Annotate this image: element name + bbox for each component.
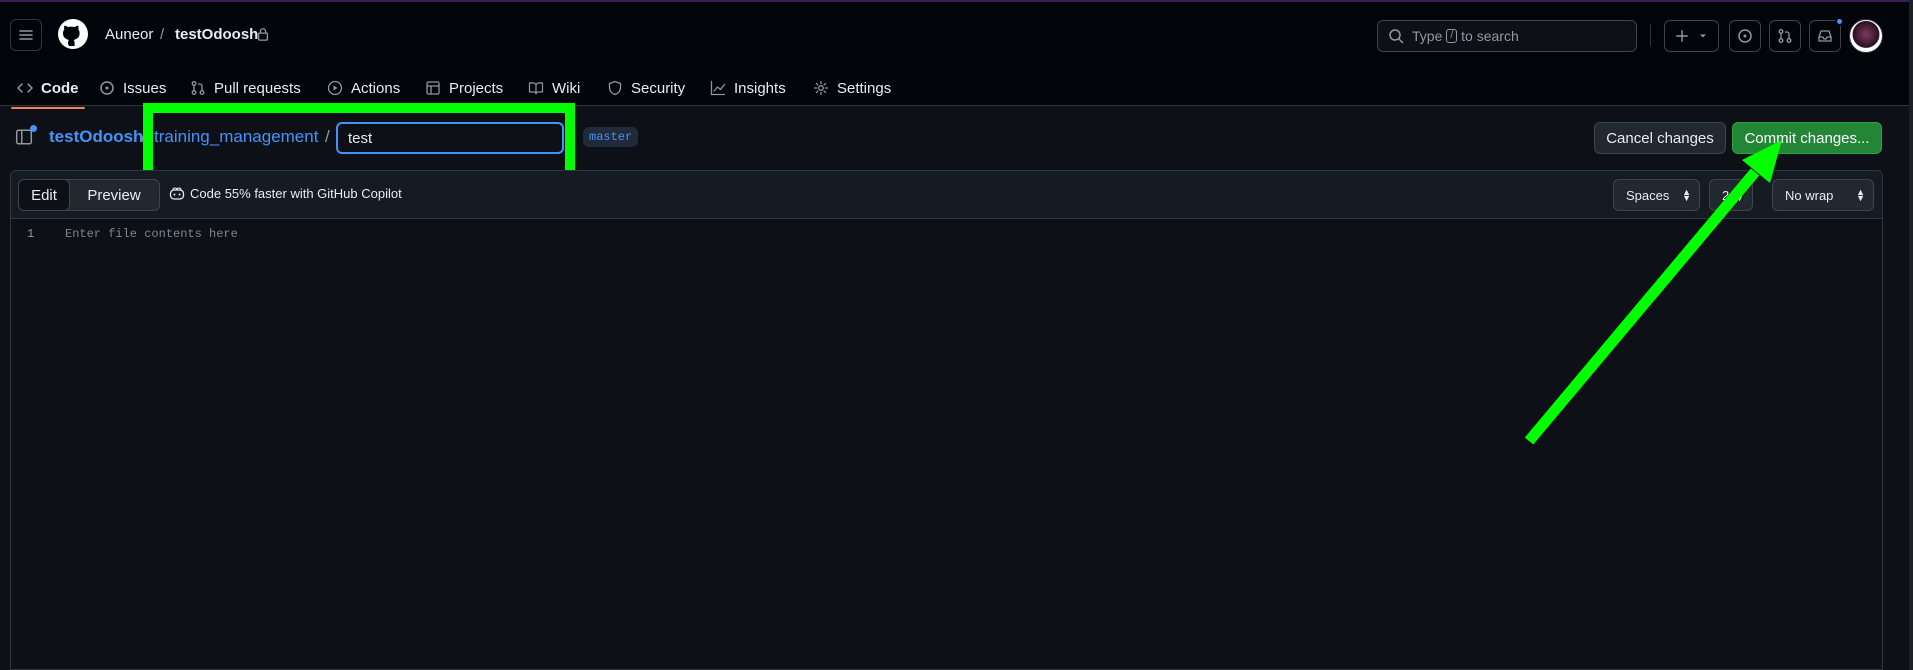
breadcrumb-directory-link[interactable]: training_management bbox=[154, 127, 318, 147]
tab-code[interactable]: Code bbox=[11, 68, 84, 109]
search-shortcut-key: / bbox=[1446, 29, 1458, 43]
breadcrumb-repo-link[interactable]: testOdoosh bbox=[49, 127, 143, 147]
path-separator: / bbox=[160, 26, 165, 43]
table-icon bbox=[426, 81, 440, 95]
indent-mode-value: Spaces bbox=[1626, 187, 1670, 203]
book-icon bbox=[528, 82, 544, 95]
hamburger-icon bbox=[19, 30, 33, 40]
tab-issues[interactable]: Issues bbox=[99, 68, 166, 108]
copilot-promo-link[interactable]: Code 55% faster with GitHub Copilot bbox=[169, 186, 402, 201]
edit-preview-toggle: Edit Preview bbox=[18, 179, 160, 211]
search-icon bbox=[1389, 29, 1404, 44]
tab-label: Wiki bbox=[552, 79, 581, 97]
repo-tab-nav: Code Issues Pull requests Actions Projec… bbox=[0, 68, 1913, 109]
notifications-button[interactable] bbox=[1809, 17, 1844, 52]
copilot-icon bbox=[169, 186, 185, 200]
search-placeholder-prefix: Type bbox=[1412, 28, 1443, 44]
menu-button[interactable] bbox=[10, 19, 42, 51]
filename-input[interactable] bbox=[336, 122, 564, 154]
issue-icon bbox=[100, 81, 114, 95]
graph-icon bbox=[710, 80, 726, 96]
play-icon bbox=[327, 80, 343, 96]
breadcrumb-separator: / bbox=[325, 127, 330, 146]
select-caret-icon: ▲ ▼ bbox=[1856, 187, 1865, 203]
create-new-button[interactable] bbox=[1664, 20, 1719, 52]
wrap-mode-select[interactable]: No wrap ▲ ▼ bbox=[1772, 179, 1874, 211]
code-icon bbox=[17, 83, 33, 93]
line-number: 1 bbox=[27, 227, 35, 241]
repo-owner-link[interactable]: Auneor bbox=[105, 26, 153, 43]
pull-request-icon bbox=[1778, 29, 1792, 43]
inbox-icon bbox=[1818, 30, 1832, 42]
github-logo-icon[interactable] bbox=[57, 18, 89, 50]
pull-request-icon bbox=[191, 81, 205, 95]
select-caret-icon: ▲ ▼ bbox=[1682, 187, 1691, 203]
tab-label: Settings bbox=[837, 79, 892, 97]
breadcrumb-separator: / bbox=[141, 127, 146, 146]
user-avatar[interactable] bbox=[1849, 19, 1883, 53]
preview-tab-button[interactable]: Preview bbox=[70, 180, 158, 210]
page-scrollbar[interactable] bbox=[1909, 0, 1913, 670]
tab-projects[interactable]: Projects bbox=[425, 68, 503, 108]
tab-actions[interactable]: Actions bbox=[327, 68, 400, 108]
lock-icon bbox=[257, 28, 269, 41]
gear-icon bbox=[813, 80, 829, 96]
select-caret-icon: ▲ ▼ bbox=[1735, 187, 1744, 203]
editor-content-area[interactable]: Enter file contents here bbox=[65, 227, 238, 241]
editor-toolbar: Edit Preview Code 55% faster with GitHub… bbox=[11, 171, 1882, 219]
tab-pull-requests[interactable]: Pull requests bbox=[190, 68, 301, 108]
indent-mode-select[interactable]: Spaces ▲ ▼ bbox=[1613, 179, 1700, 211]
your-issues-button[interactable] bbox=[1729, 20, 1761, 52]
tab-label: Pull requests bbox=[214, 79, 301, 97]
indent-size-select[interactable]: 2 ▲ ▼ bbox=[1709, 179, 1753, 211]
tab-label: Security bbox=[631, 79, 686, 97]
search-input[interactable]: Type / to search bbox=[1377, 20, 1637, 52]
header-divider bbox=[1650, 24, 1651, 46]
cancel-changes-button[interactable]: Cancel changes bbox=[1594, 122, 1726, 154]
notification-indicator bbox=[1835, 17, 1844, 26]
issue-opened-icon bbox=[1738, 29, 1752, 43]
tab-insights[interactable]: Insights bbox=[710, 68, 786, 108]
tab-label: Projects bbox=[449, 79, 504, 97]
app-header: Auneor / testOdoosh Type / to search Cod… bbox=[0, 0, 1913, 109]
tab-wiki[interactable]: Wiki bbox=[528, 68, 580, 108]
branch-badge[interactable]: master bbox=[583, 127, 639, 147]
wrap-mode-value: No wrap bbox=[1785, 187, 1834, 203]
plus-icon bbox=[1675, 30, 1688, 42]
tab-settings[interactable]: Settings bbox=[813, 68, 891, 108]
tab-security[interactable]: Security bbox=[607, 68, 685, 108]
code-editor: Edit Preview Code 55% faster with GitHub… bbox=[10, 170, 1883, 670]
copilot-promo-text: Code 55% faster with GitHub Copilot bbox=[190, 186, 402, 201]
tab-label: Insights bbox=[734, 79, 786, 97]
shield-icon bbox=[608, 80, 622, 96]
header-top-bar: Auneor / testOdoosh Type / to search bbox=[0, 2, 1913, 68]
your-pull-requests-button[interactable] bbox=[1769, 20, 1801, 52]
file-tree-toggle-button[interactable] bbox=[15, 125, 37, 148]
tab-label: Actions bbox=[351, 79, 401, 97]
tab-label: Issues bbox=[123, 79, 167, 97]
edit-tab-button[interactable]: Edit bbox=[18, 179, 70, 211]
triangle-down-icon bbox=[1699, 34, 1706, 38]
tab-label: Code bbox=[41, 79, 79, 97]
commit-changes-button[interactable]: Commit changes... bbox=[1732, 122, 1882, 154]
indent-size-value: 2 bbox=[1722, 187, 1730, 203]
search-placeholder-suffix: to search bbox=[1461, 28, 1519, 44]
repo-name-link[interactable]: testOdoosh bbox=[175, 26, 258, 43]
file-tree-indicator bbox=[30, 125, 37, 132]
